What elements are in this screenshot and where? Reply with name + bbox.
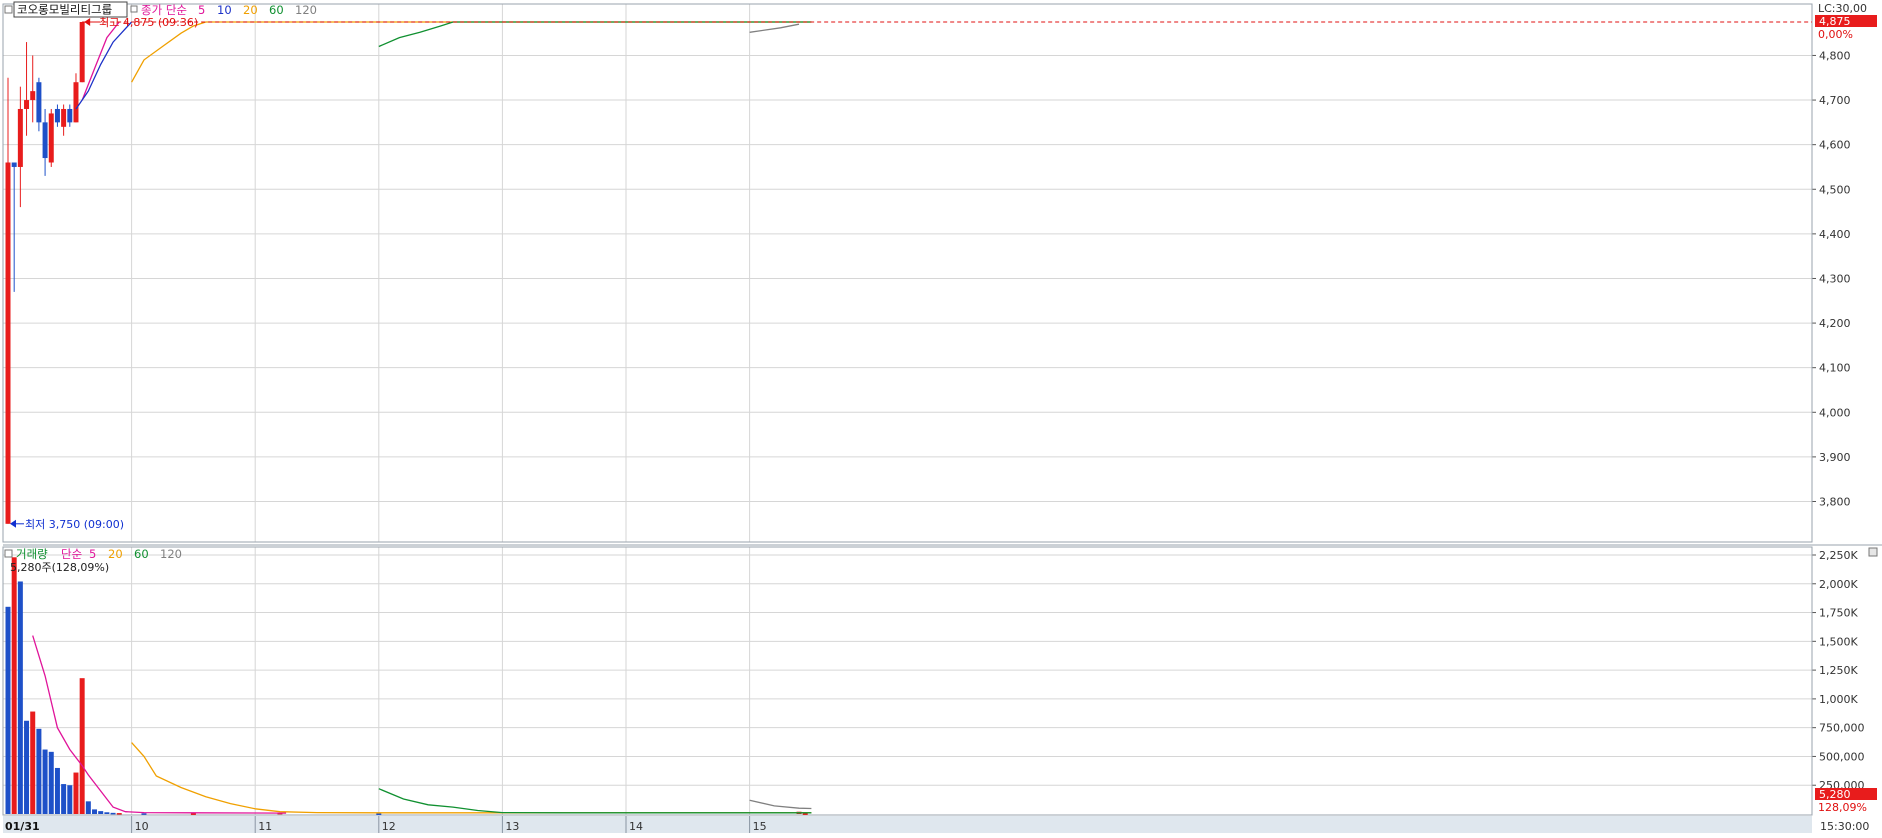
price-legend-period-120[interactable]: 120 — [295, 3, 317, 17]
price-axis-label: 4,800 — [1819, 49, 1851, 62]
volume-bar[interactable] — [54, 767, 60, 814]
volume-bar[interactable] — [42, 749, 48, 814]
volume-legend-period-20[interactable]: 20 — [108, 547, 123, 561]
candle-body[interactable] — [5, 162, 11, 524]
candle-body[interactable] — [67, 108, 73, 123]
price-change-pct: 0,00% — [1818, 28, 1853, 41]
candle-body[interactable] — [17, 108, 23, 167]
candle-body[interactable] — [11, 162, 17, 167]
volume-bar[interactable] — [17, 581, 23, 814]
time-tick-label-10: 10 — [135, 820, 149, 833]
volume-bar[interactable] — [190, 813, 196, 815]
volume-axis-label: 1,250K — [1819, 664, 1858, 677]
candle-body[interactable] — [79, 22, 85, 83]
price-legend-period-5[interactable]: 5 — [198, 3, 205, 17]
low-marker-label: 최저 3,750 (09:00) — [25, 518, 124, 531]
date-label: 01/31 — [5, 820, 40, 833]
instrument-name: 코오롱모빌리티그룹 — [17, 3, 112, 17]
volume-bar[interactable] — [98, 811, 104, 814]
volume-pane-toggle[interactable] — [4, 549, 13, 558]
volume-bar[interactable] — [92, 809, 98, 814]
end-time-label: 15:30:00 — [1820, 820, 1869, 833]
last-volume-tag-text: 5,280 — [1819, 788, 1851, 801]
volume-bar[interactable] — [141, 813, 147, 815]
volume-bar[interactable] — [24, 720, 30, 814]
volume-bar[interactable] — [802, 813, 808, 815]
price-axis-label: 4,200 — [1819, 317, 1851, 330]
candle-body[interactable] — [73, 82, 79, 123]
volume-change-pct: 128,09% — [1818, 801, 1867, 814]
price-legend-label: 종가 단순 — [141, 3, 187, 17]
volume-bar[interactable] — [48, 751, 54, 814]
volume-axis-label: 500,000 — [1819, 750, 1865, 763]
price-axis-label: 4,100 — [1819, 362, 1851, 375]
volume-bar[interactable] — [36, 728, 42, 814]
volume-legend-period-5[interactable]: 5 — [89, 547, 96, 561]
volume-bar[interactable] — [110, 812, 116, 815]
volume-axis-label: 750,000 — [1819, 722, 1865, 735]
time-tick-label-12: 12 — [382, 820, 396, 833]
volume-bar[interactable] — [73, 772, 79, 814]
price-legend-period-10[interactable]: 10 — [217, 3, 232, 17]
volume-bar[interactable] — [67, 785, 73, 814]
price-axis-label: 4,500 — [1819, 183, 1851, 196]
volume-legend-label: 단순 — [61, 547, 82, 561]
lc-label: LC:30,00 — [1818, 2, 1867, 15]
candle-body[interactable] — [42, 122, 48, 159]
volume-info: 5,280주(128,09%) — [10, 561, 109, 574]
candle-body[interactable] — [24, 100, 30, 109]
volume-bar[interactable] — [79, 678, 85, 814]
price-legend-period-20[interactable]: 20 — [243, 3, 258, 17]
volume-bar[interactable] — [11, 557, 17, 814]
candle-body[interactable] — [54, 108, 60, 123]
volume-axis-label: 2,250K — [1819, 549, 1858, 562]
chart-background — [0, 0, 1882, 838]
volume-axis-label: 2,000K — [1819, 578, 1858, 591]
candle-body[interactable] — [36, 82, 42, 123]
price-axis-label: 4,000 — [1819, 406, 1851, 419]
price-legend-toggle[interactable] — [130, 5, 138, 13]
volume-pane-minimize[interactable] — [1868, 547, 1878, 557]
volume-bar[interactable] — [30, 711, 36, 814]
volume-bar[interactable] — [61, 784, 67, 814]
time-axis-bar — [3, 816, 1812, 833]
volume-bar[interactable] — [116, 813, 122, 815]
volume-bar[interactable] — [376, 813, 382, 816]
time-tick-label-15: 15 — [753, 820, 767, 833]
volume-legend-period-60[interactable]: 60 — [134, 547, 149, 561]
price-pane-toggle[interactable] — [4, 5, 13, 14]
candle-body[interactable] — [30, 91, 36, 101]
volume-legend-period-120[interactable]: 120 — [160, 547, 182, 561]
price-axis-label: 3,800 — [1819, 496, 1851, 509]
volume-bar[interactable] — [104, 812, 110, 814]
price-axis-label: 4,400 — [1819, 228, 1851, 241]
price-axis-label: 4,300 — [1819, 272, 1851, 285]
candle-body[interactable] — [61, 108, 67, 127]
candle-body[interactable] — [48, 113, 54, 163]
price-axis-label: 4,600 — [1819, 139, 1851, 152]
price-legend-period-60[interactable]: 60 — [269, 3, 284, 17]
volume-bar[interactable] — [5, 606, 11, 814]
volume-axis-label: 1,500K — [1819, 635, 1858, 648]
stock-chart[interactable]: 10 11 12 13 14 15 4,800 4,700 4,600 4,500 4,400 4,3… — [0, 0, 1882, 838]
high-marker-label: 최고 4,875 (09:36) — [99, 16, 198, 29]
last-price-tag-text: 4,875 — [1819, 15, 1851, 28]
time-tick-label-13: 13 — [505, 820, 519, 833]
price-axis-label: 3,900 — [1819, 451, 1851, 464]
time-tick-label-11: 11 — [258, 820, 272, 833]
price-axis-label: 4,700 — [1819, 94, 1851, 107]
volume-bar[interactable] — [85, 801, 91, 814]
time-tick-label-14: 14 — [629, 820, 643, 833]
volume-legend-title: 거래량 — [16, 547, 48, 561]
volume-axis-label: 1,750K — [1819, 607, 1858, 620]
volume-axis-label: 1,000K — [1819, 693, 1858, 706]
